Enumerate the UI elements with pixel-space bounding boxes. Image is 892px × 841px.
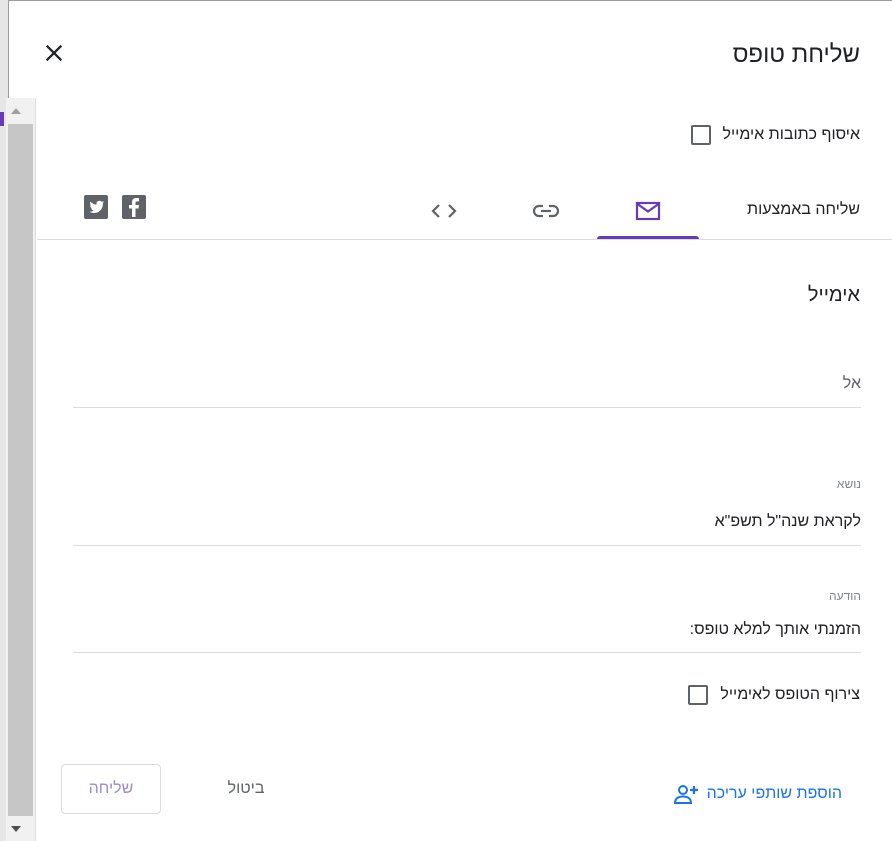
- attach-form-label: צירוף הטופס לאימייל: [720, 686, 860, 703]
- subject-field-underline: [73, 545, 861, 546]
- subject-value: לקראת שנה"ל תשפ"א: [714, 513, 861, 530]
- tab-embed-html[interactable]: [393, 183, 495, 239]
- twitter-icon: [89, 200, 104, 213]
- add-editors-button[interactable]: הוספת שותפי עריכה: [673, 782, 842, 806]
- send-form-dialog: שליחת טופס איסוף כתובות אימייל שליחה באמ…: [8, 0, 892, 841]
- link-icon: [533, 204, 559, 218]
- email-section-title: אימייל: [807, 284, 860, 306]
- attach-form-checkbox[interactable]: [688, 685, 709, 705]
- tabs-divider: [37, 239, 892, 240]
- collect-emails-checkbox[interactable]: [690, 125, 711, 145]
- send-button[interactable]: שליחה: [61, 764, 161, 814]
- send-via-label: שליחה באמצעות: [747, 201, 860, 218]
- message-label: הודעה: [829, 589, 861, 603]
- tab-email[interactable]: [597, 183, 699, 239]
- dialog-title: שליחת טופס: [732, 41, 860, 68]
- to-field[interactable]: אל: [73, 361, 861, 409]
- cancel-button[interactable]: ביטול: [201, 768, 291, 810]
- scroll-down-arrow-icon[interactable]: [11, 826, 21, 832]
- share-twitter-button[interactable]: [84, 195, 108, 219]
- close-button[interactable]: [39, 38, 69, 68]
- mail-icon: [635, 201, 661, 221]
- message-field[interactable]: הודעה הזמנתי אותך למלא טופס:: [73, 583, 861, 655]
- subject-field[interactable]: נושא לקראת שנה"ל תשפ"א: [73, 471, 861, 547]
- add-person-icon: [673, 785, 698, 804]
- vertical-scrollbar[interactable]: [6, 98, 36, 841]
- share-facebook-button[interactable]: [122, 195, 146, 219]
- scrollbar-thumb[interactable]: [8, 124, 33, 816]
- message-value: הזמנתי אותך למלא טופס:: [689, 621, 861, 638]
- scroll-up-arrow-icon[interactable]: [11, 108, 21, 114]
- collect-emails-label: איסוף כתובות אימייל: [722, 126, 860, 143]
- attach-form-option[interactable]: צירוף הטופס לאימייל: [688, 685, 860, 705]
- to-placeholder: אל: [842, 375, 861, 392]
- add-editors-label: הוספת שותפי עריכה: [706, 785, 842, 802]
- close-icon: [45, 44, 63, 62]
- to-field-underline: [73, 407, 861, 408]
- code-icon: [431, 204, 457, 218]
- facebook-icon: [129, 198, 139, 217]
- message-field-underline: [73, 652, 861, 653]
- background-accent-mark: [0, 112, 4, 126]
- tab-link[interactable]: [495, 183, 597, 239]
- subject-label: נושא: [836, 477, 861, 491]
- collect-emails-option[interactable]: איסוף כתובות אימייל: [690, 125, 860, 145]
